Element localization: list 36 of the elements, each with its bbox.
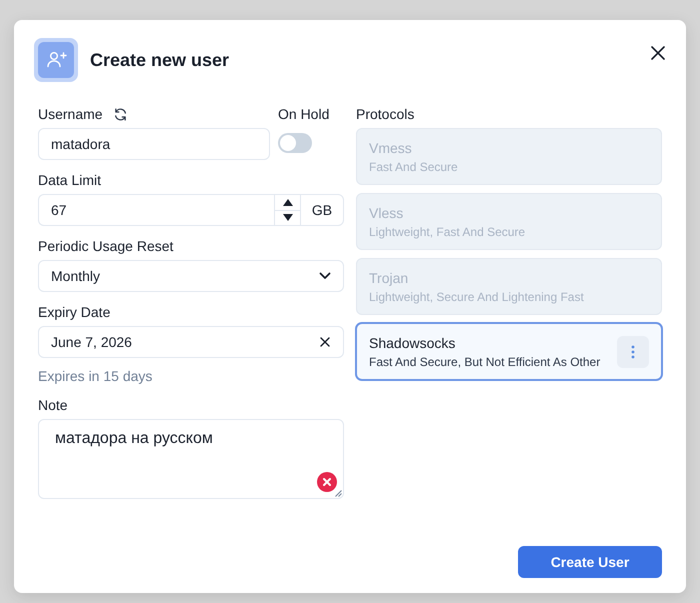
- resize-handle-icon[interactable]: [335, 490, 342, 497]
- protocol-description: Lightweight, Fast And Secure: [369, 224, 526, 240]
- close-icon[interactable]: [651, 46, 665, 60]
- chevron-down-icon: [319, 272, 331, 280]
- protocol-description: Fast And Secure, But Not Efficient As Other: [369, 354, 600, 370]
- protocol-card[interactable]: Shadowsocks Fast And Secure, But Not Efficient As Other: [356, 323, 662, 380]
- refresh-icon[interactable]: [112, 106, 128, 122]
- unit-addon: GB: [300, 194, 344, 226]
- note-field[interactable]: матадора на русском: [38, 419, 344, 499]
- data-limit-field[interactable]: 67: [38, 194, 274, 226]
- protocol-description: Lightweight, Secure And Lightening Fast: [369, 288, 584, 304]
- create-user-button[interactable]: Create User: [518, 546, 662, 578]
- protocol-name: Trojan: [369, 268, 408, 286]
- field-label: Periodic Usage Reset: [38, 237, 174, 255]
- down-triangle-icon: [282, 214, 292, 222]
- field-label: On Hold: [278, 105, 330, 123]
- up-triangle-icon: [282, 198, 292, 206]
- protocol-name: Shadowsocks: [369, 334, 456, 352]
- protocol-name: Vmess: [369, 138, 412, 156]
- increment-button[interactable]: [274, 194, 300, 210]
- expiry-hint: Expires in 15 days: [38, 367, 152, 385]
- username-field[interactable]: matadora: [38, 128, 270, 160]
- protocol-name: Vless: [369, 204, 404, 222]
- dialog-title: Create new user: [90, 50, 230, 70]
- field-label: Protocols: [356, 105, 414, 123]
- user-plus-icon: [34, 38, 78, 82]
- decrement-button[interactable]: [274, 210, 300, 226]
- field-label: Username: [38, 105, 103, 123]
- on-hold-toggle[interactable]: [278, 133, 312, 153]
- field-label: Expiry Date: [38, 303, 110, 321]
- protocol-description: Fast And Secure: [369, 158, 458, 174]
- more-icon[interactable]: [631, 344, 635, 358]
- field-label: Note: [38, 396, 68, 414]
- clear-note-icon[interactable]: [317, 472, 337, 492]
- reset-period-select[interactable]: Monthly: [38, 260, 344, 292]
- field-label: Data Limit: [38, 171, 102, 189]
